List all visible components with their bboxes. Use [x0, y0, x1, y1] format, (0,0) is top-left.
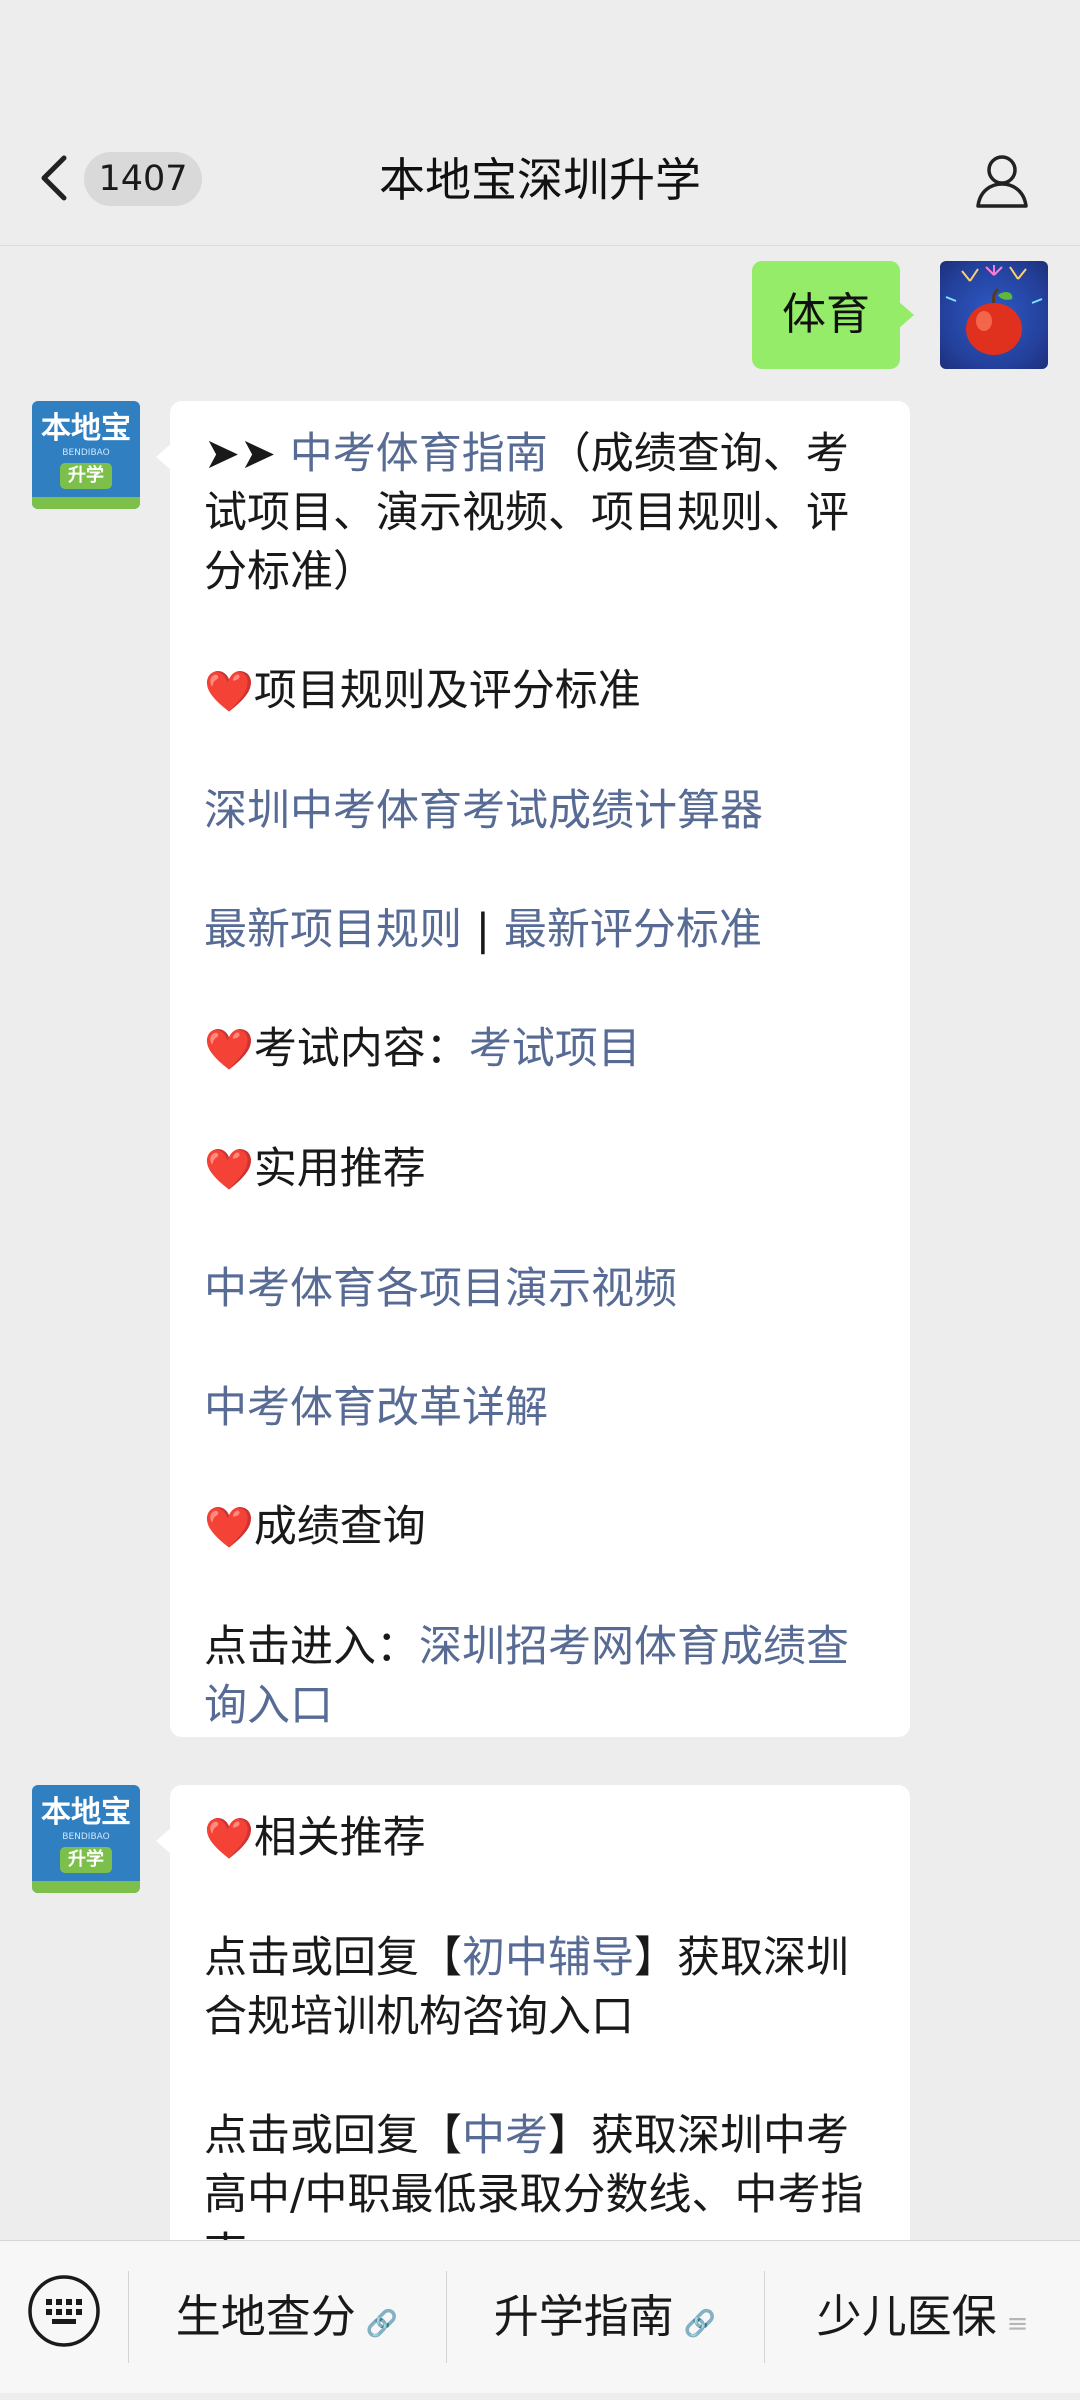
- reform-paragraph: 中考体育改革详解: [204, 1379, 876, 1438]
- tutoring-paragraph: 点击或回复【初中辅导】获取深圳合规培训机构咨询入口: [204, 1929, 876, 2047]
- exam-content-paragraph: ❤️考试内容：考试项目: [204, 1020, 876, 1080]
- menu-item-label: 生地查分: [175, 2290, 356, 2343]
- related-heading-text: 相关推荐: [253, 1813, 426, 1863]
- latest-rules-link[interactable]: 最新项目规则: [204, 905, 462, 955]
- menu-item-score-query[interactable]: 生地查分 🔗: [129, 2241, 445, 2393]
- link-icon: 🔗: [683, 2309, 717, 2339]
- bottom-menu-bar: 生地查分 🔗 升学指南 🔗 少儿医保 ≡: [0, 2240, 1080, 2393]
- official-account-avatar[interactable]: 本地宝 BENDIBAO 升学: [32, 1785, 140, 1893]
- link-icon: 🔗: [365, 2309, 399, 2339]
- related-heading: ❤️相关推荐: [204, 1809, 876, 1869]
- heart-icon: ❤️: [204, 669, 254, 715]
- separator: |: [462, 905, 504, 955]
- keyboard-icon: [28, 2275, 100, 2347]
- apple-fireworks-icon: [945, 265, 1043, 355]
- video-paragraph: 中考体育各项目演示视频: [204, 1260, 876, 1319]
- menu-item-child-insurance[interactable]: 少儿医保 ≡: [765, 2241, 1080, 2393]
- logo-grass: [32, 1881, 140, 1893]
- logo-subtext: BENDIBAO: [62, 448, 110, 458]
- heart-icon: ❤️: [204, 1816, 254, 1862]
- logo-grass: [32, 497, 140, 509]
- chat-title: 本地宝深圳升学: [379, 153, 701, 207]
- my-message-text: 体育: [782, 289, 870, 340]
- demo-video-link[interactable]: 中考体育各项目演示视频: [204, 1264, 677, 1314]
- logo-tag: 升学: [60, 463, 112, 489]
- zhongkao-link[interactable]: 中考: [462, 2111, 548, 2161]
- recommend-heading: ❤️实用推荐: [204, 1140, 876, 1200]
- menu-item-label: 升学指南: [493, 2290, 674, 2343]
- keyboard-toggle-button[interactable]: [24, 2271, 104, 2351]
- score-query-heading-text: 成绩查询: [253, 1502, 426, 1552]
- heart-icon: ❤️: [204, 1505, 254, 1551]
- heart-icon: ❤️: [204, 1027, 254, 1073]
- bot-message-bubble: ❤️相关推荐 点击或回复【初中辅导】获取深圳合规培训机构咨询入口 点击或回复【中…: [156, 1785, 910, 2240]
- heart-icon: ❤️: [204, 1147, 254, 1193]
- zhongkao-paragraph: 点击或回复【中考】获取深圳中考高中/中职最低录取分数线、中考指南: [204, 2107, 876, 2240]
- user-avatar[interactable]: [940, 261, 1048, 369]
- chat-area[interactable]: 体育 本地宝 BENDIBAO 升学 ➤➤ 中考体育指南（成绩查询、考试项目、演…: [0, 245, 1080, 2240]
- exam-items-link[interactable]: 考试项目: [469, 1024, 641, 1074]
- score-calculator-link[interactable]: 深圳中考体育考试成绩计算器: [204, 786, 763, 836]
- sports-guide-link[interactable]: 中考体育指南: [290, 429, 548, 479]
- logo-tag: 升学: [60, 1847, 112, 1873]
- junior-tutoring-link[interactable]: 初中辅导: [462, 1933, 634, 1983]
- guide-paragraph: ➤➤ 中考体育指南（成绩查询、考试项目、演示视频、项目规则、评分标准）: [204, 425, 876, 602]
- arrows-icon: ➤➤: [204, 429, 290, 479]
- calculator-paragraph: 深圳中考体育考试成绩计算器: [204, 782, 876, 841]
- entry-label: 点击进入：: [204, 1622, 419, 1672]
- menu-item-admission-guide[interactable]: 升学指南 🔗: [447, 2241, 763, 2393]
- official-account-avatar[interactable]: 本地宝 BENDIBAO 升学: [32, 401, 140, 509]
- my-message-bubble[interactable]: 体育: [752, 261, 914, 369]
- zhongkao-prefix: 点击或回复【: [204, 2111, 462, 2161]
- logo-subtext: BENDIBAO: [62, 1832, 110, 1842]
- bot-message-bubble: ➤➤ 中考体育指南（成绩查询、考试项目、演示视频、项目规则、评分标准） ❤️项目…: [156, 401, 910, 1737]
- rules-links-paragraph: 最新项目规则 | 最新评分标准: [204, 901, 876, 960]
- entry-paragraph: 点击进入：深圳招考网体育成绩查询入口: [204, 1618, 876, 1736]
- tutoring-prefix: 点击或回复【: [204, 1933, 462, 1983]
- profile-button[interactable]: [972, 150, 1032, 210]
- latest-scoring-link[interactable]: 最新评分标准: [504, 905, 762, 955]
- exam-content-label: 考试内容：: [253, 1024, 469, 1074]
- logo-text: 本地宝: [41, 1795, 131, 1830]
- chat-header: 1407 本地宝深圳升学: [0, 0, 1080, 246]
- person-icon: [976, 155, 1028, 208]
- score-query-heading: ❤️成绩查询: [204, 1498, 876, 1558]
- rules-heading-text: 项目规则及评分标准: [253, 666, 641, 716]
- rules-heading: ❤️项目规则及评分标准: [204, 662, 876, 722]
- reform-details-link[interactable]: 中考体育改革详解: [204, 1383, 548, 1433]
- menu-item-label: 少儿医保: [816, 2290, 997, 2343]
- recommend-heading-text: 实用推荐: [253, 1144, 426, 1194]
- submenu-icon: ≡: [1006, 2309, 1029, 2339]
- logo-text: 本地宝: [41, 411, 131, 446]
